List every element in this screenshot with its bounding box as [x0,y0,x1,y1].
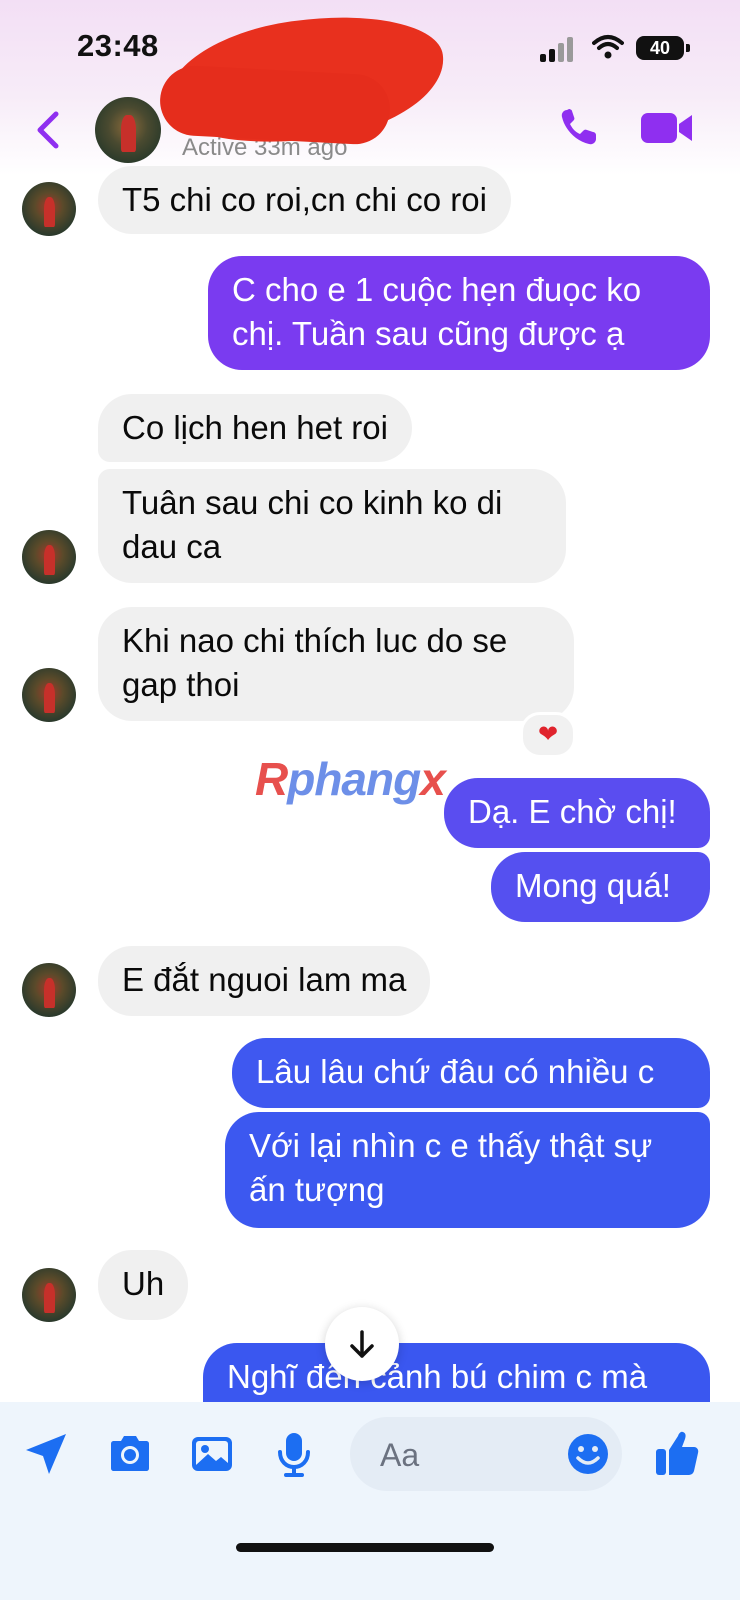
battery-indicator: 40 [636,36,690,60]
message-outgoing[interactable]: C cho e 1 cuộc hẹn đuọc ko chị. Tuần sau… [208,256,710,370]
watermark-logo: Rphangx [255,753,446,805]
message-incoming[interactable]: Khi nao chi thích luc do se gap thoi [98,607,574,721]
contact-avatar-small[interactable] [22,963,76,1017]
status-time: 23:48 [77,28,159,63]
contact-avatar[interactable] [95,97,161,163]
home-indicator [236,1543,494,1552]
message-incoming[interactable]: Tuân sau chi co kinh ko di dau ca [98,469,566,583]
smiley-icon[interactable] [566,1432,610,1476]
phone-icon[interactable] [558,106,600,148]
contact-avatar-small[interactable] [22,1268,76,1322]
message-outgoing[interactable]: Với lại nhìn c e thấy thật sự ấn tượng [225,1112,710,1228]
message-input[interactable] [378,1431,552,1479]
scroll-to-bottom-button[interactable] [325,1307,399,1381]
microphone-icon[interactable] [270,1430,318,1478]
message-outgoing[interactable]: Lâu lâu chứ đâu có nhiều c [232,1038,710,1108]
message-incoming[interactable]: E đắt nguoi lam ma [98,946,431,1016]
contact-avatar-small[interactable] [22,668,76,722]
message-outgoing[interactable]: Dạ. E chờ chị! [444,778,710,848]
message-incoming[interactable]: T5 chi co roi,cn chi co roi [98,166,511,234]
camera-icon[interactable] [106,1430,154,1478]
contact-avatar-small[interactable] [22,182,76,236]
arrow-down-icon [350,1330,374,1358]
message-incoming[interactable]: Uh [98,1250,189,1320]
message-outgoing[interactable]: Mong quá! [491,852,710,922]
send-location-icon[interactable] [22,1430,70,1478]
redaction-mark [158,64,392,146]
cellular-signal-icon [540,36,578,62]
thumbs-up-icon[interactable] [654,1428,700,1478]
image-icon[interactable] [188,1430,236,1478]
heart-reaction-icon[interactable]: ❤ [520,712,576,758]
contact-avatar-small[interactable] [22,530,76,584]
video-camera-icon[interactable] [640,110,694,146]
wifi-icon [592,35,624,59]
back-button[interactable] [30,108,66,152]
message-incoming[interactable]: Co lịch hen het roi [98,394,412,462]
